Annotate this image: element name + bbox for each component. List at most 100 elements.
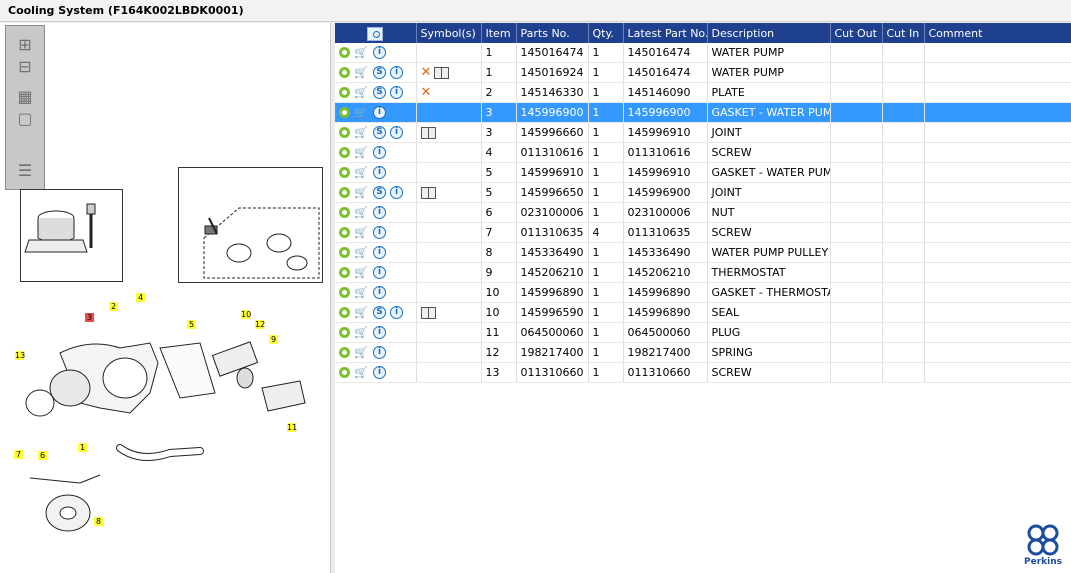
column-header-qty[interactable]: Qty. xyxy=(588,23,624,43)
gear-icon[interactable] xyxy=(339,267,350,279)
info-icon[interactable]: i xyxy=(373,106,386,120)
callout-3[interactable]: 3 xyxy=(85,313,94,322)
info-icon[interactable]: i xyxy=(373,166,386,180)
gear-icon[interactable] xyxy=(339,327,350,339)
gear-icon[interactable] xyxy=(339,87,350,99)
supersession-icon[interactable]: S xyxy=(373,66,386,80)
gear-icon[interactable] xyxy=(339,107,350,119)
column-header-cut-in[interactable]: Cut In xyxy=(882,23,925,43)
cart-icon[interactable]: 🛒 xyxy=(354,286,369,299)
supersession-icon[interactable]: S xyxy=(373,306,386,320)
cart-icon[interactable]: 🛒 xyxy=(354,326,369,339)
gear-icon[interactable] xyxy=(339,287,350,299)
info-icon[interactable]: i xyxy=(373,326,386,340)
callout-10[interactable]: 10 xyxy=(241,310,251,319)
cart-icon[interactable]: 🛒 xyxy=(354,346,369,359)
table-row[interactable]: 🛒 i 12 198217400 1 198217400 SPRING xyxy=(335,342,1071,363)
exploded-diagram-pane[interactable]: ⊞ ⊟ ▦ ▢ ☰ 1 2 3 4 5 6 7 8 9 10 11 12 13 xyxy=(0,23,331,573)
table-row[interactable]: 🛒 Si 5 145996650 1 145996900 JOINT xyxy=(335,182,1071,203)
callout-8[interactable]: 8 xyxy=(94,517,103,526)
actual-size-icon[interactable]: ▢ xyxy=(16,110,34,128)
info-icon[interactable]: i xyxy=(390,186,403,200)
callout-1[interactable]: 1 xyxy=(78,443,87,452)
callout-13[interactable]: 13 xyxy=(15,351,25,360)
cart-icon[interactable]: 🛒 xyxy=(354,246,369,259)
gear-icon[interactable] xyxy=(339,127,350,139)
reference-book-icon[interactable] xyxy=(420,307,436,319)
table-row[interactable]: 🛒 i 6 023100006 1 023100006 NUT xyxy=(335,202,1071,223)
table-row[interactable]: 🛒 i 1 145016474 1 145016474 WATER PUMP xyxy=(335,43,1071,63)
cart-icon[interactable]: 🛒 xyxy=(354,86,369,99)
zoom-in-icon[interactable]: ⊞ xyxy=(16,36,34,54)
table-row[interactable]: 🛒 i 8 145336490 1 145336490 WATER PUMP PULLEY xyxy=(335,242,1071,263)
table-row[interactable]: 🛒 i 9 145206210 1 145206210 THERMOSTAT xyxy=(335,262,1071,283)
cart-icon[interactable]: 🛒 xyxy=(354,146,369,159)
table-row[interactable]: 🛒 Si 10 145996590 1 145996890 SEAL xyxy=(335,302,1071,323)
cart-icon[interactable]: 🛒 xyxy=(354,206,369,219)
cart-icon[interactable]: 🛒 xyxy=(354,166,369,179)
cart-icon[interactable]: 🛒 xyxy=(354,66,369,79)
info-icon[interactable]: i xyxy=(373,206,386,220)
column-header-latest-part-no[interactable]: Latest Part No. xyxy=(623,23,708,43)
info-icon[interactable]: i xyxy=(373,226,386,240)
info-icon[interactable]: i xyxy=(373,286,386,300)
cart-icon[interactable]: 🛒 xyxy=(354,226,369,239)
show-list-icon[interactable]: ☰ xyxy=(16,162,34,180)
zoom-out-icon[interactable]: ⊟ xyxy=(16,58,34,76)
info-icon[interactable]: i xyxy=(373,346,386,360)
column-header-parts-no[interactable]: Parts No. xyxy=(516,23,589,43)
info-icon[interactable]: i xyxy=(373,366,386,380)
column-header-symbols[interactable]: Symbol(s) xyxy=(416,23,482,43)
callout-11[interactable]: 11 xyxy=(287,423,297,432)
supersession-icon[interactable]: S xyxy=(373,126,386,140)
info-icon[interactable]: i xyxy=(373,266,386,280)
table-row[interactable]: 🛒 i 10 145996890 1 145996890 GASKET - THERMOST… xyxy=(335,282,1071,303)
column-header-cut-out[interactable]: Cut Out xyxy=(830,23,883,43)
callout-9[interactable]: 9 xyxy=(269,335,278,344)
info-icon[interactable]: i xyxy=(373,46,386,60)
table-row[interactable]: 🛒 i 3 145996900 1 145996900 GASKET - WATER PUM… xyxy=(335,102,1071,123)
gear-icon[interactable] xyxy=(339,167,350,179)
cart-icon[interactable]: 🛒 xyxy=(354,186,369,199)
table-row[interactable]: 🛒 Si ✕ 2 145146330 1 145146090 PLATE xyxy=(335,82,1071,103)
cart-icon[interactable]: 🛒 xyxy=(354,106,369,119)
info-icon[interactable]: i xyxy=(390,126,403,140)
table-row[interactable]: 🛒 i 5 145996910 1 145996910 GASKET - WATER PUM… xyxy=(335,162,1071,183)
table-row[interactable]: 🛒 i 13 011310660 1 011310660 SCREW xyxy=(335,362,1071,383)
callout-5[interactable]: 5 xyxy=(187,320,196,329)
cart-icon[interactable]: 🛒 xyxy=(354,366,369,379)
fit-page-icon[interactable]: ▦ xyxy=(16,88,34,106)
callout-7[interactable]: 7 xyxy=(14,450,23,459)
gear-icon[interactable] xyxy=(339,147,350,159)
info-icon[interactable]: i xyxy=(390,86,403,100)
gear-icon[interactable] xyxy=(339,367,350,379)
gear-icon[interactable] xyxy=(339,307,350,319)
callout-4[interactable]: 4 xyxy=(136,293,145,302)
info-icon[interactable]: i xyxy=(390,66,403,80)
gear-icon[interactable] xyxy=(339,47,350,59)
search-column-icon[interactable] xyxy=(367,26,384,41)
cart-icon[interactable]: 🛒 xyxy=(354,126,369,139)
callout-6[interactable]: 6 xyxy=(38,451,47,460)
reference-book-icon[interactable] xyxy=(434,66,450,79)
reference-book-icon[interactable] xyxy=(420,187,436,199)
cart-icon[interactable]: 🛒 xyxy=(354,306,369,319)
info-icon[interactable]: i xyxy=(373,146,386,160)
gear-icon[interactable] xyxy=(339,347,350,359)
gear-icon[interactable] xyxy=(339,207,350,219)
reference-book-icon[interactable] xyxy=(420,127,436,139)
callout-2[interactable]: 2 xyxy=(109,302,118,311)
table-row[interactable]: 🛒 i 7 011310635 4 011310635 SCREW xyxy=(335,222,1071,243)
cart-icon[interactable]: 🛒 xyxy=(354,46,369,59)
gear-icon[interactable] xyxy=(339,227,350,239)
column-header-comment[interactable]: Comment xyxy=(924,23,1071,43)
table-row[interactable]: 🛒 Si ✕ 1 145016924 1 145016474 WATER PUMP xyxy=(335,62,1071,83)
info-icon[interactable]: i xyxy=(390,306,403,320)
column-header-item[interactable]: Item xyxy=(481,23,517,43)
gear-icon[interactable] xyxy=(339,187,350,199)
gear-icon[interactable] xyxy=(339,67,350,79)
table-row[interactable]: 🛒 Si 3 145996660 1 145996910 JOINT xyxy=(335,122,1071,143)
cart-icon[interactable]: 🛒 xyxy=(354,266,369,279)
gear-icon[interactable] xyxy=(339,247,350,259)
info-icon[interactable]: i xyxy=(373,246,386,260)
